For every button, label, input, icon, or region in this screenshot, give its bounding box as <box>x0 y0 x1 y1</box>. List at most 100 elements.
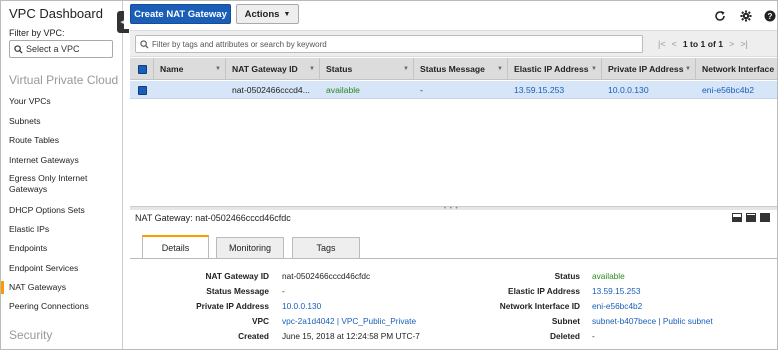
details-header-label: NAT Gateway: <box>135 213 193 223</box>
sidebar-item-your-vpcs[interactable]: Your VPCs <box>9 96 117 107</box>
column-header-elastic-ip-address[interactable]: Elastic IP Address ▼ <box>508 58 602 80</box>
column-header-status-message[interactable]: Status Message ▼ <box>414 58 508 80</box>
details-tabs: Details Monitoring Tags <box>130 235 777 259</box>
row-checkbox-cell <box>130 81 154 99</box>
caret-down-icon: ▼ <box>283 10 291 18</box>
tab-monitoring[interactable]: Monitoring <box>216 237 284 258</box>
label-elastic-ip-address: Elastic IP Address <box>508 286 580 296</box>
table-header: Name ▼ NAT Gateway ID ▼ Status ▼ Status Mes… <box>130 58 777 80</box>
label-private-ip-address: Private IP Address <box>196 301 269 311</box>
filter-search-input[interactable]: Filter by tags and attributes or search … <box>135 35 643 53</box>
label-deleted: Deleted <box>550 331 580 341</box>
column-header-private-ip-address[interactable]: Private IP Address ▼ <box>602 58 696 80</box>
label-status-message: Status Message <box>206 286 269 296</box>
label-created: Created <box>238 331 269 341</box>
section-virtual-private-cloud: Virtual Private Cloud <box>9 73 119 87</box>
value-private-ip-address[interactable]: 10.0.0.130 <box>282 301 321 311</box>
pagination-text: 1 to 1 of 1 <box>682 39 723 49</box>
sidebar-item-nat-gateways[interactable]: NAT Gateways <box>9 282 117 293</box>
tab-details[interactable]: Details <box>142 235 209 258</box>
column-header-nat-gateway-id[interactable]: NAT Gateway ID ▼ <box>226 58 320 80</box>
prev-page-icon[interactable]: < <box>672 39 677 49</box>
column-header-nat-gateway-id-label: NAT Gateway ID <box>232 64 298 74</box>
sort-icon: ▼ <box>685 66 691 72</box>
actions-label: Actions <box>244 8 280 20</box>
value-vpc[interactable]: vpc-2a1d4042 | VPC_Public_Private <box>282 316 416 326</box>
column-header-network-interface[interactable]: Network Interface <box>696 58 777 80</box>
label-network-interface-id: Network Interface ID <box>499 301 580 311</box>
sidebar-item-egress-only-internet-gateways[interactable]: Egress Only Internet Gateways <box>9 173 117 195</box>
sidebar-item-subnets[interactable]: Subnets <box>9 116 117 127</box>
svg-text:?: ? <box>768 12 773 21</box>
filter-placeholder: Filter by tags and attributes or search … <box>152 39 327 49</box>
sort-icon: ▼ <box>403 66 409 72</box>
vpc-select-placeholder: Select a VPC <box>26 44 80 54</box>
sidebar: VPC Dashboard Filter by VPC: Select a VP… <box>1 1 123 349</box>
sidebar-title[interactable]: VPC Dashboard <box>9 6 103 21</box>
select-all-checkbox-cell <box>130 58 154 80</box>
column-header-elastic-ip-label: Elastic IP Address <box>514 64 589 74</box>
actions-dropdown-button[interactable]: Actions ▼ <box>236 4 299 24</box>
pane-splitter[interactable]: • • • <box>130 206 777 212</box>
section-security: Security <box>9 328 53 342</box>
column-header-name[interactable]: Name ▼ <box>154 58 226 80</box>
cell-status: available <box>326 85 360 95</box>
label-subnet: Subnet <box>551 316 580 326</box>
value-status-message: - <box>282 286 285 296</box>
help-icon[interactable]: ? <box>764 10 776 22</box>
label-vpc: VPC <box>251 316 269 326</box>
value-deleted: - <box>592 331 595 341</box>
split-view-bottom-icon[interactable] <box>732 213 742 222</box>
column-header-status-message-label: Status Message <box>420 64 485 74</box>
cell-name <box>154 81 226 99</box>
sort-icon: ▼ <box>215 66 221 72</box>
column-header-network-interface-label: Network Interface <box>702 64 775 74</box>
label-nat-gateway-id: NAT Gateway ID <box>205 271 269 281</box>
value-created: June 15, 2018 at 12:24:58 PM UTC-7 <box>282 331 420 341</box>
split-view-half-icon[interactable] <box>746 213 756 222</box>
value-subnet[interactable]: subnet-b407bece | Public subnet <box>592 316 713 326</box>
tab-tags[interactable]: Tags <box>292 237 360 258</box>
table-row[interactable]: nat-0502466cccd4... available - 13.59.15… <box>130 81 777 99</box>
sidebar-item-internet-gateways[interactable]: Internet Gateways <box>9 155 117 166</box>
first-page-icon[interactable]: |< <box>658 39 666 49</box>
search-icon <box>14 44 23 54</box>
label-status: Status <box>554 271 580 281</box>
value-network-interface-id[interactable]: eni-e56bc4b2 <box>592 301 642 311</box>
row-checkbox[interactable] <box>138 85 147 95</box>
sidebar-item-dhcp-options-sets[interactable]: DHCP Options Sets <box>9 205 117 216</box>
details-panel: NAT Gateway ID nat-0502466cccd46cfdc Sta… <box>130 260 777 349</box>
next-page-icon[interactable]: > <box>729 39 734 49</box>
vpc-select[interactable]: Select a VPC <box>9 40 113 58</box>
cell-nat-gateway-id: nat-0502466cccd4... <box>232 85 310 95</box>
toolbar: Create NAT Gateway Actions ▼ ? <box>124 1 777 29</box>
active-item-indicator <box>1 281 4 294</box>
sidebar-item-endpoints[interactable]: Endpoints <box>9 243 117 254</box>
gear-icon[interactable] <box>740 10 752 22</box>
cell-elastic-ip[interactable]: 13.59.15.253 <box>508 81 602 99</box>
drag-handle-icon[interactable]: • • • <box>444 206 459 212</box>
sidebar-item-peering-connections[interactable]: Peering Connections <box>9 301 117 312</box>
sidebar-item-route-tables[interactable]: Route Tables <box>9 135 117 146</box>
details-header: NAT Gateway: nat-0502466cccd46cfdc <box>135 213 291 223</box>
column-header-status[interactable]: Status ▼ <box>320 58 414 80</box>
refresh-icon[interactable] <box>714 10 726 22</box>
filter-bar: Filter by tags and attributes or search … <box>130 30 777 57</box>
search-icon <box>140 39 149 49</box>
cell-status-message: - <box>420 85 423 95</box>
vpc-console-window: VPC Dashboard Filter by VPC: Select a VP… <box>0 0 778 350</box>
sidebar-item-endpoint-services[interactable]: Endpoint Services <box>9 263 117 274</box>
value-nat-gateway-id: nat-0502466cccd46cfdc <box>282 271 371 281</box>
cell-private-ip[interactable]: 10.0.0.130 <box>602 81 696 99</box>
split-view-full-icon[interactable] <box>760 213 770 222</box>
column-header-name-label: Name <box>160 64 184 74</box>
create-nat-gateway-button[interactable]: Create NAT Gateway <box>130 4 231 24</box>
sort-icon: ▼ <box>497 66 503 72</box>
cell-network-interface[interactable]: eni-e56bc4b2 <box>696 81 777 99</box>
select-all-checkbox[interactable] <box>138 64 147 74</box>
table-empty-area <box>130 100 777 206</box>
pagination: |< < 1 to 1 of 1 > >| <box>658 37 748 51</box>
value-elastic-ip-address[interactable]: 13.59.15.253 <box>592 286 640 296</box>
sidebar-item-elastic-ips[interactable]: Elastic IPs <box>9 224 117 235</box>
last-page-icon[interactable]: >| <box>740 39 748 49</box>
